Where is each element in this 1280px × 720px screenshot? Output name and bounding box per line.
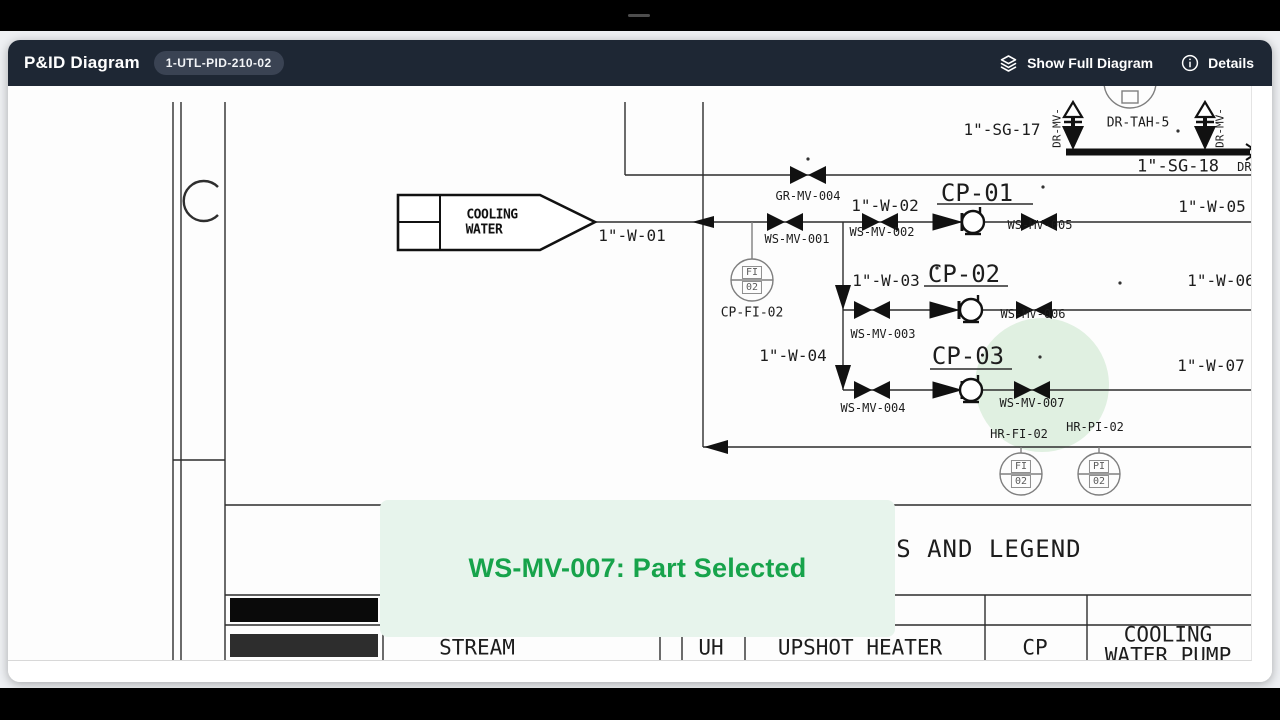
instrument-cp-fi-02[interactable]: FI 02 [742, 266, 762, 294]
valve-tag-ws-mv-004[interactable]: WS-MV-004 [840, 402, 905, 414]
instrument-number: 02 [1011, 475, 1031, 488]
drawing-number-badge: 1-UTL-PID-210-02 [154, 51, 284, 75]
toast-message: WS-MV-007: Part Selected [469, 553, 807, 584]
instrument-number: 02 [742, 281, 762, 294]
pump-tag-cp-02[interactable]: CP-02 [928, 262, 1000, 286]
legend-cell-upshot-heater: UPSHOT HEATER [778, 638, 942, 659]
legend-swatch-dark [230, 634, 378, 657]
pid-drawing-viewport[interactable]: 1"-W-01 1"-W-02 1"-W-03 1"-W-04 1"-W-05 … [8, 86, 1252, 661]
valve-tag-dr-mv-left: DR-MV- [1052, 108, 1063, 148]
pump-tag-cp-03[interactable]: CP-03 [932, 344, 1004, 368]
pipe-label-dr-partial: DR- [1237, 161, 1252, 173]
valve-tag-ws-mv-005[interactable]: WS-MV-005 [1007, 219, 1072, 231]
legend-swatch-black [230, 598, 378, 622]
sheet-zone-letter-c [184, 181, 218, 221]
valve-tag-ws-mv-003[interactable]: WS-MV-003 [850, 328, 915, 340]
pid-viewer-window: P&ID Diagram 1-UTL-PID-210-02 Show Full … [8, 40, 1272, 682]
pump-tag-cp-01[interactable]: CP-01 [941, 181, 1013, 205]
instrument-number: 02 [1089, 475, 1109, 488]
layers-icon [999, 54, 1018, 73]
instrument-hr-fi-02[interactable]: FI 02 [1011, 460, 1031, 488]
instrument-function: PI [1089, 460, 1109, 473]
legend-cell-water-pump: WATER PUMP [1105, 646, 1231, 662]
pipe-label-sg17: 1"-SG-17 [963, 122, 1040, 138]
bottom-letterbox [0, 688, 1280, 720]
instrument-function: FI [742, 266, 762, 279]
instrument-label-hr-pi-02: HR-PI-02 [1066, 421, 1124, 433]
top-letterbox [0, 0, 1280, 31]
pipe-label-w06: 1"-W-06 [1187, 273, 1252, 289]
pipe-label-w05: 1"-W-05 [1178, 199, 1245, 215]
viewer-content: 1"-W-01 1"-W-02 1"-W-03 1"-W-04 1"-W-05 … [8, 86, 1272, 682]
flag-text-line2: WATER [466, 224, 503, 237]
valve-tag-ws-mv-007-selected[interactable]: WS-MV-007 [999, 397, 1064, 409]
show-full-diagram-label: Show Full Diagram [1027, 55, 1153, 71]
pipe-label-w04: 1"-W-04 [759, 348, 826, 364]
valve-tag-ws-mv-006[interactable]: WS-MV-006 [1000, 308, 1065, 320]
legend-cell-uh: UH [698, 638, 723, 659]
legend-cell-stream: STREAM [439, 638, 515, 659]
header-actions: Show Full Diagram Details [999, 54, 1254, 73]
info-icon [1181, 54, 1199, 72]
page-title: P&ID Diagram [24, 53, 140, 73]
valve-tag-gr-mv-004[interactable]: GR-MV-004 [775, 190, 840, 202]
instrument-label-hr-fi-02: HR-FI-02 [990, 428, 1048, 440]
pipe-label-w01: 1"-W-01 [598, 228, 665, 244]
instrument-label-dr-tah-5: DR-TAH-5 [1107, 117, 1170, 130]
part-selected-toast: WS-MV-007: Part Selected [380, 500, 895, 637]
details-button[interactable]: Details [1181, 54, 1254, 72]
show-full-diagram-button[interactable]: Show Full Diagram [999, 54, 1153, 73]
pipe-label-w07: 1"-W-07 [1177, 358, 1244, 374]
window-handle [628, 14, 650, 17]
instrument-function: FI [1011, 460, 1031, 473]
valve-tag-ws-mv-001[interactable]: WS-MV-001 [764, 233, 829, 245]
pipe-label-sg18: 1"-SG-18 [1137, 159, 1219, 176]
app-header: P&ID Diagram 1-UTL-PID-210-02 Show Full … [8, 40, 1272, 86]
details-label: Details [1208, 55, 1254, 71]
legend-cell-cp: CP [1022, 638, 1047, 659]
header-left: P&ID Diagram 1-UTL-PID-210-02 [24, 51, 284, 75]
legend-cell-cooling: COOLING [1124, 625, 1213, 646]
flag-text-line1: COOLING [466, 209, 517, 222]
screen: P&ID Diagram 1-UTL-PID-210-02 Show Full … [0, 0, 1280, 720]
instrument-hr-pi-02[interactable]: PI 02 [1089, 460, 1109, 488]
valve-tag-ws-mv-002[interactable]: WS-MV-002 [849, 226, 914, 238]
pipe-label-w02: 1"-W-02 [851, 198, 918, 214]
instrument-label-cp-fi-02: CP-FI-02 [721, 307, 784, 320]
valve-tag-dr-mv-right: DR-MV- [1215, 108, 1226, 148]
pipe-label-w03: 1"-W-03 [852, 273, 919, 289]
